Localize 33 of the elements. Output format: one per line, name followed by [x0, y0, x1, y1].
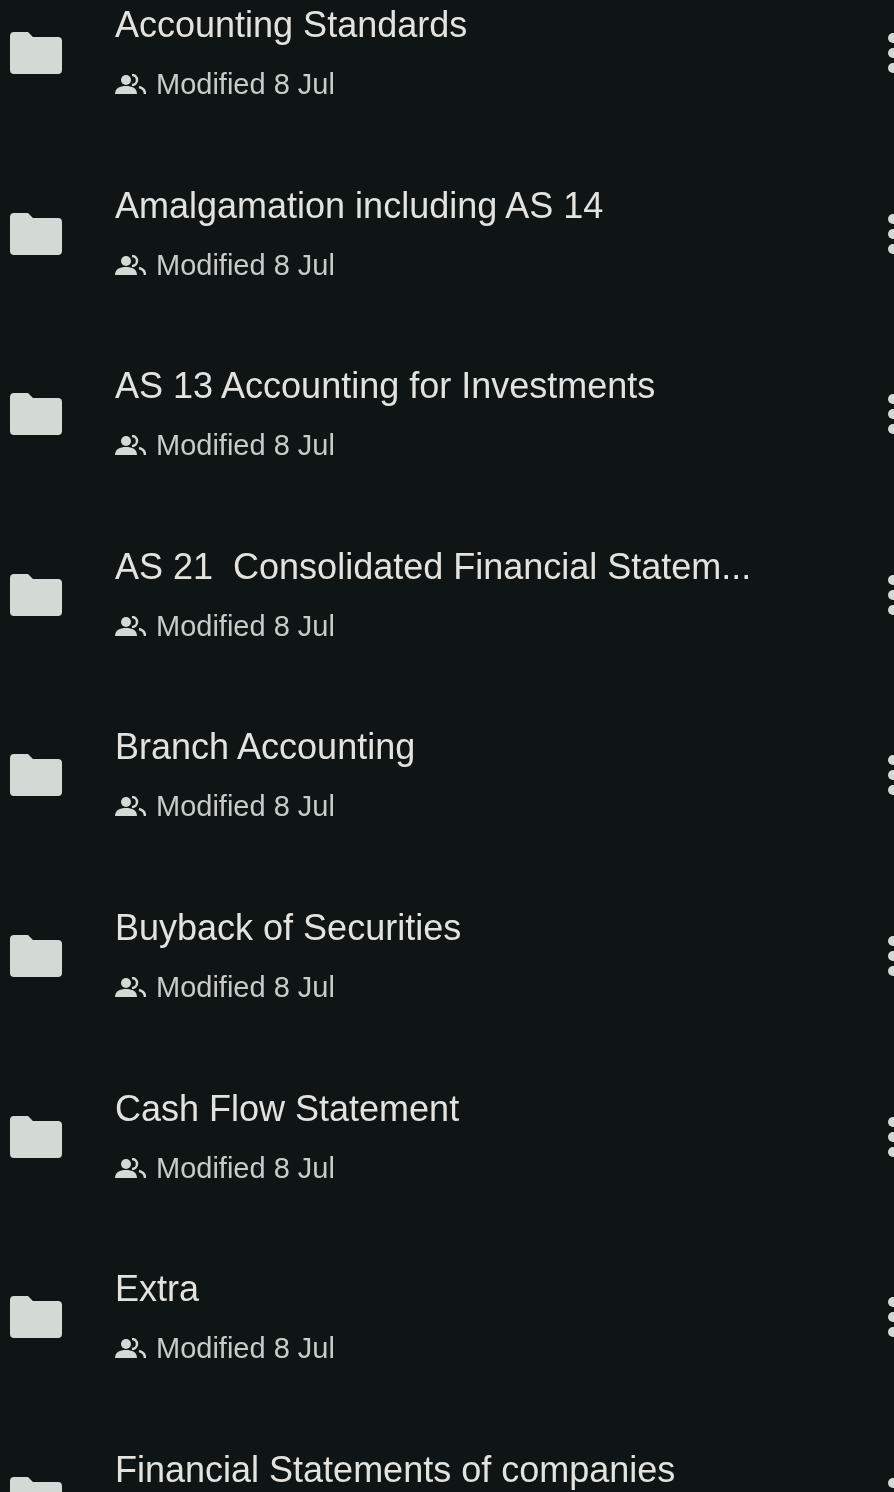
folder-icon	[10, 934, 62, 977]
more-options-icon[interactable]	[886, 1296, 894, 1339]
folder-icon	[10, 1296, 62, 1339]
folder-icon	[10, 32, 62, 74]
folder-name[interactable]: AS 13 Accounting for Investments	[115, 363, 656, 410]
folder-icon	[10, 212, 62, 255]
folder-name[interactable]: Cash Flow Statement	[115, 1085, 460, 1132]
more-options-icon[interactable]	[886, 1115, 894, 1158]
modified-date: Modified 8 Jul	[156, 67, 335, 102]
modified-date: Modified 8 Jul	[156, 247, 335, 283]
folder-name[interactable]: Buyback of Securities	[115, 904, 462, 951]
more-options-icon[interactable]	[886, 573, 894, 616]
folder-icon	[10, 1115, 62, 1158]
folder-name[interactable]: Extra	[115, 1266, 335, 1313]
modified-date: Modified 8 Jul	[156, 1150, 335, 1186]
modified-date: Modified 8 Jul	[156, 608, 335, 644]
modified-date: Modified 8 Jul	[156, 969, 335, 1005]
folder-name[interactable]: Financial Statements of companies	[115, 1446, 676, 1492]
modified-date: Modified 8 Jul	[156, 1331, 335, 1367]
more-options-icon[interactable]	[886, 934, 894, 977]
more-options-icon[interactable]	[886, 393, 894, 436]
more-options-icon[interactable]	[886, 754, 894, 797]
modified-date: Modified 8 Jul	[156, 428, 335, 464]
folder-name[interactable]: Accounting Standards	[115, 2, 468, 48]
folder-name[interactable]: Branch Accounting	[115, 724, 416, 771]
more-options-icon[interactable]	[886, 212, 894, 255]
folder-icon	[10, 393, 62, 436]
folder-icon	[10, 573, 62, 616]
folder-name[interactable]: Amalgamation including AS 14	[115, 182, 604, 229]
modified-date: Modified 8 Jul	[156, 789, 335, 825]
folder-name[interactable]: AS 21 Consolidated Financial Statem...	[115, 543, 752, 590]
folder-icon	[10, 754, 62, 797]
more-options-icon[interactable]	[886, 32, 894, 74]
